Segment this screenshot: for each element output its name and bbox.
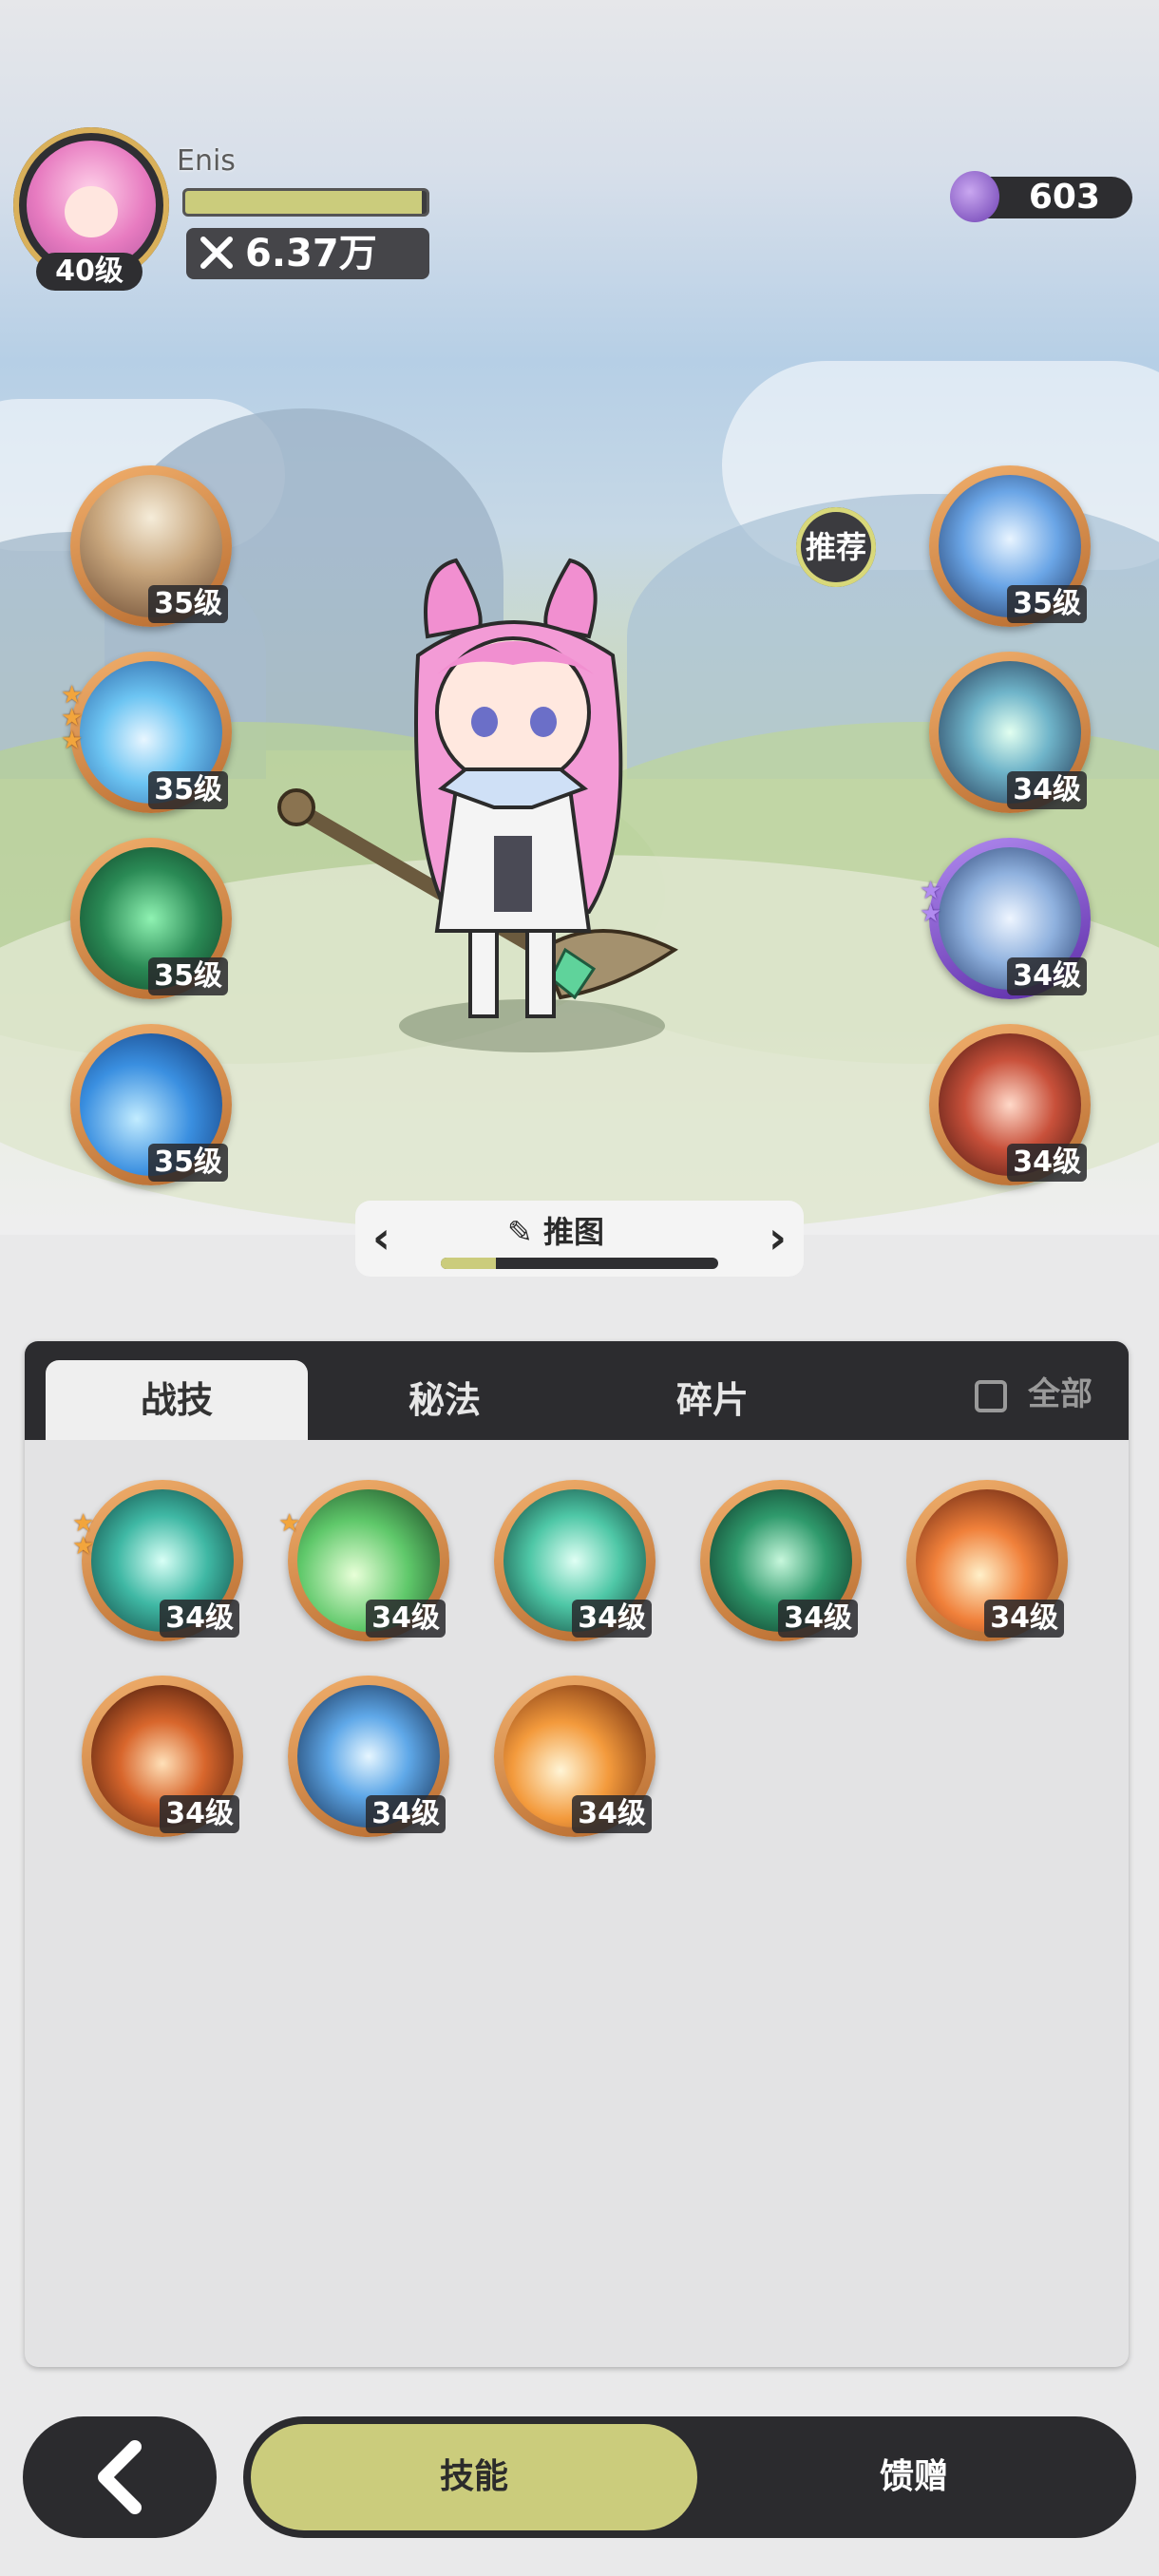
equipped-skill-right-1[interactable]: 35级 (929, 465, 1091, 627)
back-arrow-icon (98, 2440, 142, 2514)
experience-bar-fill (185, 191, 422, 214)
inventory-skill-3[interactable]: 34级 (494, 1480, 656, 1641)
inventory-skill-5[interactable]: 34级 (906, 1480, 1068, 1641)
edit-pencil-icon: ✎ (507, 1214, 533, 1250)
mode-progress-bar (441, 1258, 718, 1269)
player-level-badge: 40级 (36, 253, 142, 291)
equipped-skill-left-3[interactable]: 35级 (70, 838, 232, 999)
crossed-swords-icon (200, 237, 233, 269)
equipped-skill-right-4[interactable]: 34级 (929, 1024, 1091, 1185)
skill-level: 34级 (1007, 771, 1087, 809)
bottom-nav: 技能 馈赠 (243, 2416, 1136, 2538)
skill-level: 34级 (572, 1795, 652, 1833)
combat-power-value: 6.37万 (245, 232, 377, 275)
inventory-skill-4[interactable]: 34级 (700, 1480, 862, 1641)
skill-level: 34级 (1007, 1144, 1087, 1182)
purple-gem-icon (950, 171, 999, 222)
inventory-skill-7[interactable]: 34级 (288, 1676, 449, 1837)
chevron-left-icon[interactable]: ‹ (372, 1212, 390, 1263)
mode-label[interactable]: ✎ 推图 (507, 1208, 604, 1252)
combat-power: 6.37万 (186, 228, 429, 279)
tab-combat-skills[interactable]: 战技 (46, 1360, 308, 1440)
show-all-checkbox[interactable] (975, 1380, 1007, 1412)
skill-level: 34级 (160, 1600, 239, 1638)
recommend-button[interactable]: 推荐 (796, 507, 876, 587)
mode-name: 推图 (542, 1214, 604, 1250)
equipped-skill-left-2[interactable]: ★ ★ ★ 35级 (61, 652, 232, 813)
skill-stars: ★ ★ (72, 1509, 95, 1561)
tab-secret-arts[interactable]: 秘法 (314, 1360, 576, 1440)
skill-level: 35级 (148, 1144, 228, 1182)
character-sprite (277, 558, 678, 1052)
skill-inventory-panel: 战技 秘法 碎片 全部 ★ ★ 34级 ★ 34级 34级 34级 34级 34级… (25, 1341, 1129, 2367)
currency-amount: 603 (1028, 178, 1100, 217)
skill-level: 34级 (572, 1600, 652, 1638)
equipped-skill-left-1[interactable]: 35级 (70, 465, 232, 627)
avatar-portrait (27, 141, 156, 270)
nav-tab-gifts[interactable]: 馈赠 (699, 2424, 1129, 2530)
skill-level: 35级 (148, 771, 228, 809)
back-button[interactable] (23, 2416, 217, 2538)
skill-stars: ★ ★ (920, 877, 942, 928)
equipped-skill-left-4[interactable]: 35级 (70, 1024, 232, 1185)
skill-level: 34级 (778, 1600, 858, 1638)
equipped-skill-right-2[interactable]: 34级 (929, 652, 1091, 813)
avatar-face (65, 186, 118, 237)
skill-level: 34级 (366, 1795, 446, 1833)
inventory-skill-2[interactable]: ★ 34级 (278, 1480, 449, 1641)
player-name: Enis (177, 144, 236, 178)
skill-level: 34级 (366, 1600, 446, 1638)
inventory-skill-8[interactable]: 34级 (494, 1676, 656, 1837)
skill-level: 34级 (984, 1600, 1064, 1638)
show-all-label: 全部 (1028, 1375, 1092, 1413)
nav-tab-skills[interactable]: 技能 (251, 2424, 697, 2530)
inventory-skill-6[interactable]: 34级 (82, 1676, 243, 1837)
chevron-right-icon[interactable]: › (769, 1212, 787, 1263)
mode-progress-fill (441, 1258, 497, 1269)
skill-level: 35级 (148, 957, 228, 995)
equipped-skill-right-3[interactable]: ★ ★ 34级 (920, 838, 1091, 999)
tab-fragments[interactable]: 碎片 (581, 1360, 844, 1440)
show-all-filter[interactable]: 全部 (975, 1366, 1092, 1423)
panel-tab-bar: 战技 秘法 碎片 全部 (25, 1341, 1129, 1440)
inventory-skill-1[interactable]: ★ ★ 34级 (72, 1480, 243, 1641)
skill-stars: ★ (278, 1509, 301, 1538)
skill-stars: ★ ★ ★ (61, 681, 84, 755)
skill-level: 35级 (1007, 585, 1087, 623)
experience-bar (182, 188, 429, 217)
skill-level: 34级 (160, 1795, 239, 1833)
skill-level: 34级 (1007, 957, 1087, 995)
skill-level: 35级 (148, 585, 228, 623)
mode-selector: ‹ ✎ 推图 › (355, 1201, 804, 1277)
